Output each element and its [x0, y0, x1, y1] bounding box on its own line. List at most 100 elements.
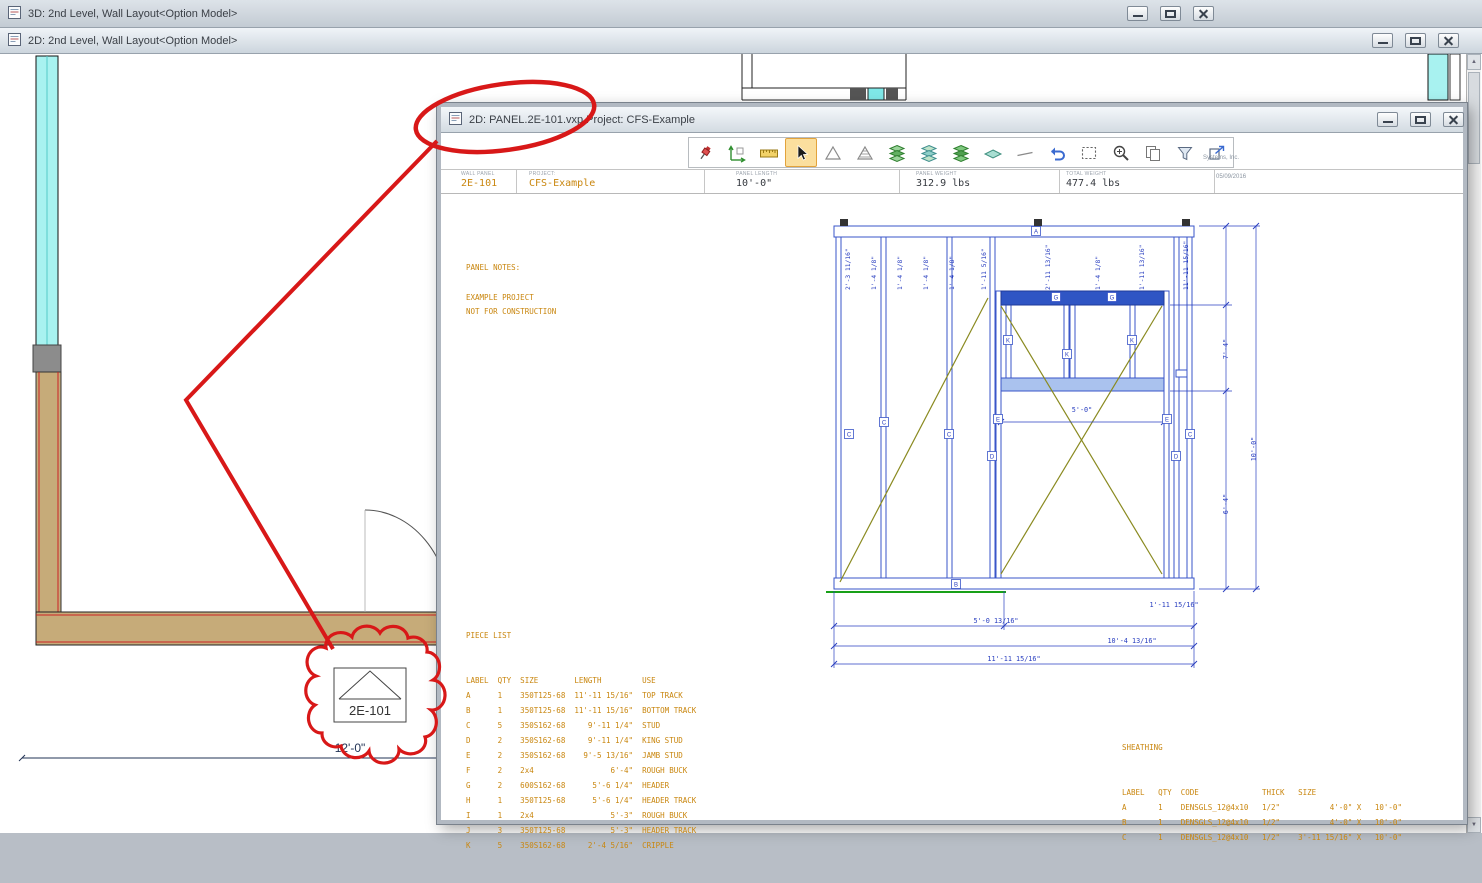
minimize-icon — [1383, 121, 1393, 123]
dimension-label: 5'-0" — [1072, 406, 1092, 414]
date-label: 05/09/2016 — [1216, 174, 1246, 180]
dimension-label: 7'-4" — [1222, 339, 1230, 359]
dimension-label: 6'-4" — [1222, 494, 1230, 514]
dimension-label: 5'-0 13/16" — [973, 617, 1018, 625]
pin-icon[interactable] — [689, 138, 721, 167]
piece-list-row: B 1 350T125-68 11'-11 15/16" BOTTOM TRAC… — [466, 703, 696, 718]
dimension-label: 1'-4 1/8" — [949, 256, 956, 290]
wall-segment — [1428, 54, 1448, 100]
svg-text:C: C — [847, 432, 852, 438]
svg-text:D: D — [1174, 454, 1179, 460]
dimension-label: 1'-11 5/16" — [981, 248, 988, 290]
sheathing-header: LABEL QTY CODE THICK SIZE — [1122, 785, 1402, 800]
piece-list-table: PIECE LIST LABEL QTY SIZE LENGTH USEA 1 … — [466, 598, 696, 883]
svg-text:K: K — [1006, 338, 1010, 344]
piece-list-header: LABEL QTY SIZE LENGTH USE — [466, 673, 696, 688]
window-2d-titlebar[interactable]: 2D: 2nd Level, Wall Layout<Option Model> — [0, 28, 1482, 54]
minimize-icon — [1133, 15, 1143, 17]
maximize-icon — [1165, 10, 1176, 18]
svg-text:K: K — [1065, 352, 1069, 358]
maximize-button[interactable] — [1405, 33, 1426, 48]
triangle-hatch-icon[interactable] — [849, 138, 881, 167]
zoom-icon[interactable] — [1105, 138, 1137, 167]
svg-text:C: C — [1188, 432, 1193, 438]
total-weight-value: 477.4 lbs — [1066, 177, 1120, 191]
panel-toolbar-row: Systems, Inc. — [441, 133, 1463, 170]
header-member — [1001, 291, 1164, 305]
maximize-button[interactable] — [1160, 6, 1181, 21]
close-button[interactable] — [1438, 33, 1459, 48]
svg-text:A: A — [1034, 229, 1038, 235]
panel-weight-value: 312.9 lbs — [916, 177, 970, 191]
plan-dimension-label: 12'-0" — [335, 741, 366, 755]
filter-icon[interactable] — [1169, 138, 1201, 167]
dimension-label: 1'-4 1/8" — [897, 256, 904, 290]
window-3d-titlebar[interactable]: 3D: 2nd Level, Wall Layout<Option Model> — [0, 0, 1482, 28]
line-icon[interactable] — [1009, 138, 1041, 167]
sheathing-row: C 1 DENSGLS_12@4x10 1/2" 3'-11 15/16" X … — [1122, 830, 1402, 845]
wall-junction — [33, 345, 61, 372]
minimize-icon — [1378, 42, 1388, 44]
svg-text:G: G — [1110, 295, 1115, 301]
panel-window-titlebar[interactable]: 2D: PANEL.2E-101.vxp Project: CFS-Exampl… — [441, 107, 1463, 133]
dimension-label: 10'-4 13/16" — [1107, 637, 1156, 645]
minimize-button[interactable] — [1372, 33, 1393, 48]
dimension-label: 1'-11 13/16" — [1139, 245, 1146, 291]
minimize-button[interactable] — [1127, 6, 1148, 21]
wall-panel-value: 2E-101 — [461, 177, 497, 191]
dimension-label: 1'-4 1/8" — [1095, 256, 1102, 290]
piece-list-row: D 2 350S162-68 9'-11 1/4" KING STUD — [466, 733, 696, 748]
panel-toolbar — [688, 137, 1234, 168]
svg-text:E: E — [1165, 417, 1169, 423]
maximize-button[interactable] — [1410, 112, 1431, 127]
minimize-button[interactable] — [1377, 112, 1398, 127]
panel-tag[interactable]: 2E-101 — [334, 668, 406, 722]
panel-length-value: 10'-0" — [736, 177, 777, 191]
connection-marks — [840, 219, 1190, 226]
svg-text:E: E — [996, 417, 1000, 423]
selection-box-icon[interactable] — [1073, 138, 1105, 167]
scrollbar-up-button[interactable]: ▲ — [1467, 54, 1481, 70]
copy-icon[interactable] — [1137, 138, 1169, 167]
piece-list-row: E 2 350S162-68 9'-5 13/16" JAMB STUD — [466, 748, 696, 763]
vendor-label: Systems, Inc. — [1203, 155, 1239, 161]
triangle-icon[interactable] — [817, 138, 849, 167]
document-icon — [8, 33, 21, 49]
dimension-label: 1'-4 1/8" — [923, 256, 930, 290]
sheathing-title: SHEATHING — [1122, 740, 1402, 755]
project-value: CFS-Example — [529, 177, 595, 191]
svg-text:C: C — [947, 432, 952, 438]
undo-icon[interactable] — [1041, 138, 1073, 167]
scrollbar-down-button[interactable]: ▼ — [1467, 817, 1481, 833]
window-2d-title: 2D: 2nd Level, Wall Layout<Option Model> — [28, 35, 237, 47]
ruler-icon[interactable] — [753, 138, 785, 167]
head-track-member — [1001, 378, 1164, 391]
panel-note-line: EXAMPLE PROJECT — [466, 291, 556, 305]
close-button[interactable] — [1443, 112, 1464, 127]
layers-front-icon[interactable] — [881, 138, 913, 167]
piece-list-row: J 3 350T125-68 5'-3" HEADER TRACK — [466, 823, 696, 838]
cursor-icon[interactable] — [785, 138, 817, 167]
dimension-label: 11'-11 15/16" — [1183, 241, 1190, 290]
scrollbar-thumb[interactable] — [1468, 72, 1480, 164]
piece-list-row: I 1 2x4 5'-3" ROUGH BUCK — [466, 808, 696, 823]
sheathing-row: A 1 DENSGLS_12@4x10 1/2" 4'-0" X 10'-0" — [1122, 800, 1402, 815]
piece-list-row: G 2 600S162-68 5'-6 1/4" HEADER — [466, 778, 696, 793]
vertical-scrollbar[interactable]: ▲ ▼ — [1466, 54, 1481, 833]
panel-notes-title: PANEL NOTES: — [466, 260, 520, 275]
maximize-icon — [1415, 116, 1426, 124]
measure-icon[interactable] — [721, 138, 753, 167]
sheet-icon[interactable] — [977, 138, 1009, 167]
export-icon[interactable] — [1201, 138, 1233, 167]
layers-mid-icon[interactable] — [913, 138, 945, 167]
piece-list-row: F 2 2x4 6'-4" ROUGH BUCK — [466, 763, 696, 778]
window-3d-title: 3D: 2nd Level, Wall Layout<Option Model> — [28, 8, 237, 20]
layers-back-icon[interactable] — [945, 138, 977, 167]
sheathing-table: SHEATHING LABEL QTY CODE THICK SIZEA 1 D… — [1122, 710, 1402, 875]
dimension-label: 2'-11 13/16" — [1045, 245, 1052, 291]
panel-window-title: 2D: PANEL.2E-101.vxp Project: CFS-Exampl… — [469, 114, 695, 126]
piece-list-row: K 5 350S162-68 2'-4 5/16" CRIPPLE — [466, 838, 696, 853]
panel-notes: EXAMPLE PROJECTNOT FOR CONSTRUCTION — [466, 291, 556, 319]
close-button[interactable] — [1193, 6, 1214, 21]
sheathing-row: B 1 DENSGLS_12@4x10 1/2" 4'-0" X 10'-0" — [1122, 815, 1402, 830]
